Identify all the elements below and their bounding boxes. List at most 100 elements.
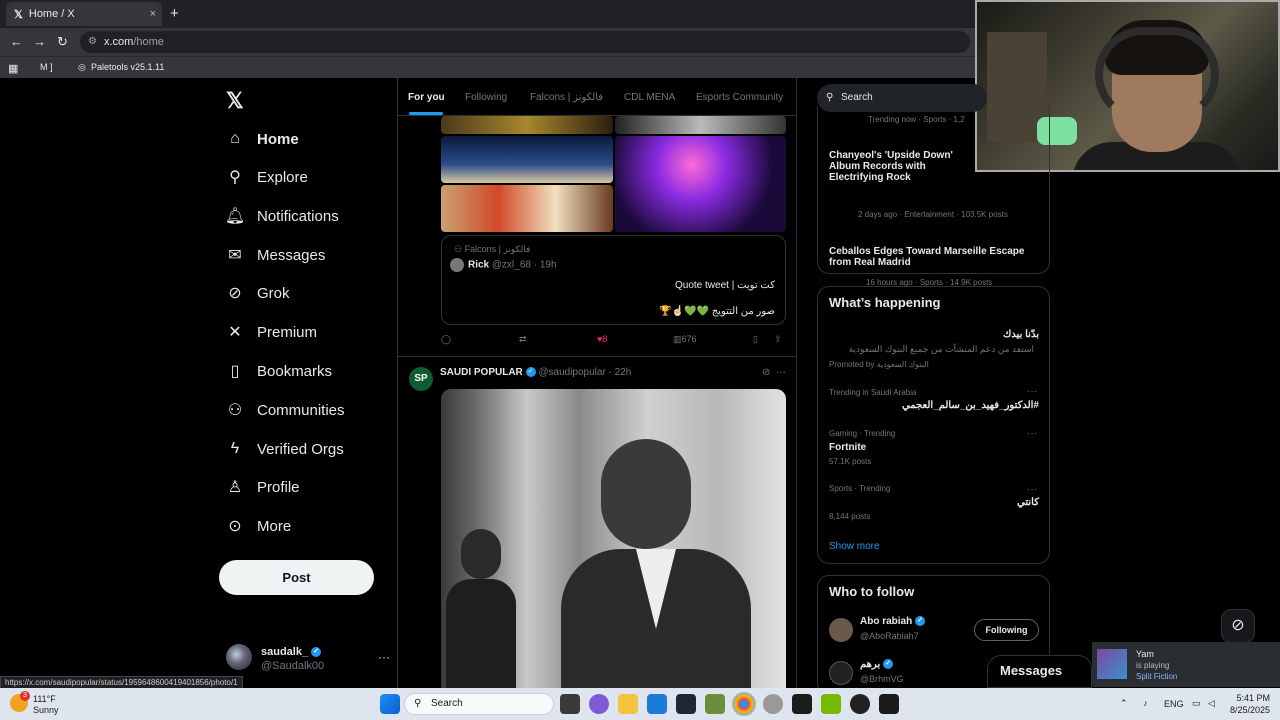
tab-following[interactable]: Following xyxy=(465,92,507,103)
community-name: Falcons | فالكونز xyxy=(464,244,531,254)
nav-grok[interactable]: ⊘ Grok xyxy=(226,278,289,308)
views-button[interactable]: ▥ 676 xyxy=(673,334,697,345)
like-button[interactable]: ♥ 8 xyxy=(597,334,607,344)
more-dots-icon[interactable]: ··· xyxy=(1027,428,1037,439)
settings-gear-icon[interactable] xyxy=(763,694,783,714)
site-info-icon[interactable]: ⚙ xyxy=(88,31,97,53)
store-icon[interactable] xyxy=(647,694,667,714)
browser-tab[interactable]: 𝕏 Home / X × xyxy=(6,2,162,26)
following-button[interactable]: Following xyxy=(974,619,1039,641)
nav-premium[interactable]: ✕ Premium xyxy=(226,317,317,347)
nav-explore[interactable]: ⚲ Explore xyxy=(226,162,308,192)
trend-title[interactable]: Ceballos Edges Toward Marseille Escape f… xyxy=(829,246,1039,268)
nav-verified-orgs[interactable]: ϟ Verified Orgs xyxy=(226,434,344,464)
nav-communities[interactable]: ⚇ Communities xyxy=(226,395,345,425)
bookmark-icon[interactable]: ▯ xyxy=(753,334,758,345)
start-windows-icon[interactable] xyxy=(380,694,400,714)
post-button[interactable]: Post xyxy=(219,560,374,595)
reload-icon[interactable]: ↻ xyxy=(57,34,68,50)
bookmark-item[interactable]: M ] xyxy=(40,62,53,72)
post-image[interactable] xyxy=(441,136,613,183)
bell-icon: 🔔︎ xyxy=(224,208,246,225)
quoted-text: كت تويت | Quote tweet xyxy=(675,280,775,291)
steam-icon[interactable] xyxy=(676,694,696,714)
volume-icon[interactable]: ◁ xyxy=(1208,698,1215,709)
promo-title[interactable]: بدّنا بيدك xyxy=(829,329,1039,340)
tab-for-you[interactable]: For you xyxy=(408,92,445,103)
x-app-icon[interactable] xyxy=(879,694,899,714)
tab-falcons[interactable]: Falcons | فالكونز xyxy=(530,92,603,103)
nav-label: Home xyxy=(257,130,299,148)
clock-date[interactable]: 8/25/2025 xyxy=(1228,705,1270,715)
app-icon[interactable] xyxy=(792,694,812,714)
url-path: /home xyxy=(133,36,164,48)
nav-bookmarks[interactable]: ▯ Bookmarks xyxy=(226,356,332,386)
tab-cdl-mena[interactable]: CDL MENA xyxy=(624,92,675,103)
quoted-post[interactable]: ⚇ Falcons | فالكونز Rick @zxl_68 · 19h ك… xyxy=(441,235,786,325)
post[interactable]: SP SAUDI POPULAR ✓ @saudipopular · 22h ⊘… xyxy=(398,356,796,688)
account-switcher[interactable]: saudalk_ ✓ @Saudalk00 ··· xyxy=(226,644,390,684)
microphone-icon[interactable]: ♪ xyxy=(1143,698,1148,708)
file-explorer-icon[interactable] xyxy=(618,694,638,714)
trend-title[interactable]: كانتي xyxy=(829,497,1039,508)
x-logo-icon[interactable]: 𝕏 xyxy=(226,88,244,114)
photo-background-person xyxy=(446,529,516,688)
url-field[interactable]: ⚙ x.com/home xyxy=(80,31,970,53)
task-view-icon[interactable] xyxy=(560,694,580,714)
more-dots-icon[interactable]: ··· xyxy=(1027,386,1037,397)
nav-notifications[interactable]: 🔔︎ Notifications xyxy=(224,201,339,231)
bookmark-item[interactable]: Paletools v25.1.11 xyxy=(91,62,164,72)
more-dots-icon[interactable]: ··· xyxy=(378,650,390,664)
nav-home[interactable]: ⌂ Home xyxy=(226,124,299,154)
tray-chevron-icon[interactable]: ⌃ xyxy=(1120,698,1128,709)
discord-icon[interactable] xyxy=(589,694,609,714)
photo-main-person xyxy=(561,439,751,688)
chrome-icon[interactable] xyxy=(732,692,756,716)
follow-name-row[interactable]: برهم ✓ xyxy=(860,659,894,670)
network-icon[interactable]: ▭ xyxy=(1192,698,1201,709)
weather-temp[interactable]: 111°F xyxy=(33,694,56,704)
nvidia-icon[interactable] xyxy=(821,694,841,714)
quoted-text: صور من التتويج 💚💚☝🏻🏆 xyxy=(659,306,775,317)
avatar[interactable]: SP xyxy=(409,367,433,391)
avatar[interactable] xyxy=(829,661,853,685)
game-activity-toast[interactable]: Yam is playing Split Fiction xyxy=(1092,642,1280,687)
close-tab-icon[interactable]: × xyxy=(150,8,156,20)
post-author[interactable]: SAUDI POPULAR xyxy=(440,367,523,378)
language-indicator[interactable]: ENG xyxy=(1164,699,1184,709)
follow-name: برهم xyxy=(860,659,881,670)
envelope-icon: ✉ xyxy=(228,247,242,264)
messages-drawer[interactable]: Messages xyxy=(987,655,1092,688)
minecraft-icon[interactable] xyxy=(705,694,725,714)
post-photo[interactable] xyxy=(441,389,786,688)
obs-icon[interactable] xyxy=(850,694,870,714)
taskbar-search[interactable]: ⚲ Search xyxy=(404,693,554,715)
more-dots-icon[interactable]: ··· xyxy=(776,367,786,378)
trend-title[interactable]: Chanyeol's 'Upside Down' Album Records w… xyxy=(829,150,979,183)
new-tab-button[interactable]: + xyxy=(170,5,179,22)
photo-person-head xyxy=(461,529,501,579)
post-image[interactable] xyxy=(615,136,786,232)
follow-name-row[interactable]: Abo rabiah ✓ xyxy=(860,616,926,627)
clock-time[interactable]: 5:41 PM xyxy=(1228,693,1270,703)
share-icon[interactable]: ⇪ xyxy=(774,334,782,345)
reply-icon[interactable]: ◯ xyxy=(441,334,451,345)
nav-profile[interactable]: ♙ Profile xyxy=(226,472,300,502)
grok-floating-button[interactable]: ⊘ xyxy=(1221,609,1255,643)
grok-icon[interactable]: ⊘ xyxy=(762,367,770,378)
trend-title[interactable]: Fortnite xyxy=(829,442,866,453)
show-more-link[interactable]: Show more xyxy=(829,541,880,552)
forward-icon[interactable]: → xyxy=(33,34,46,49)
post-image[interactable] xyxy=(441,116,613,134)
post-image[interactable] xyxy=(615,116,786,134)
nav-messages[interactable]: ✉ Messages xyxy=(226,240,325,270)
repost-icon[interactable]: ⇄ xyxy=(519,334,527,345)
back-icon[interactable]: ← xyxy=(10,34,23,49)
more-dots-icon[interactable]: ··· xyxy=(1027,484,1037,495)
apps-grid-icon[interactable]: ▦ xyxy=(8,62,18,75)
post-image[interactable] xyxy=(441,185,613,232)
avatar[interactable] xyxy=(829,618,853,642)
trend-title[interactable]: #الدكتور_فهيد_بن_سالم_العجمي xyxy=(829,400,1039,411)
tab-esports-community[interactable]: Esports Community xyxy=(696,92,783,103)
nav-more[interactable]: ⊙ More xyxy=(226,511,291,541)
